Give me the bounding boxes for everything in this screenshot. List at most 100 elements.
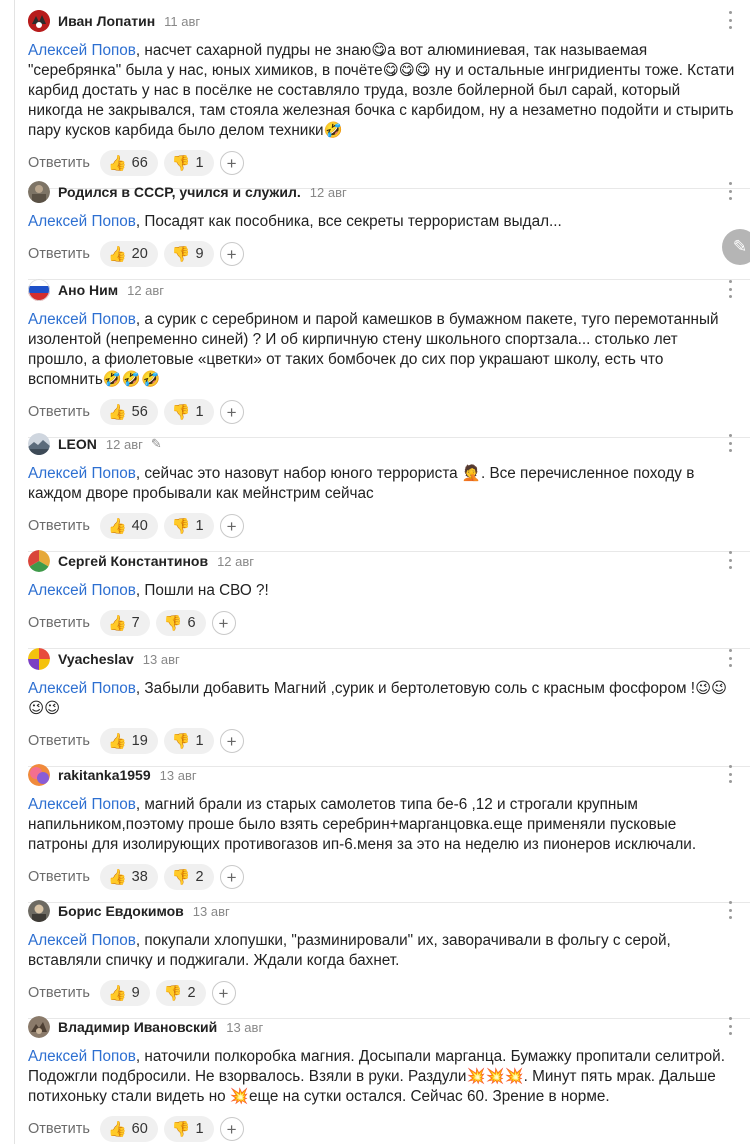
thumbs-down-icon: 👎 (171, 518, 191, 535)
avatar[interactable] (28, 279, 50, 301)
like-count: 66 (131, 155, 148, 171)
comment-author[interactable]: Vyacheslav (58, 651, 134, 667)
comment-author[interactable]: Родился в СССР, учился и служил. (58, 184, 301, 200)
reply-button[interactable]: Ответить (28, 733, 90, 749)
add-reaction-button[interactable]: + (211, 981, 236, 1005)
more-vertical-icon[interactable] (728, 11, 732, 29)
mention-link[interactable]: Алексей Попов (28, 796, 136, 813)
plus-icon: + (226, 731, 237, 751)
mention-link[interactable]: Алексей Попов (28, 932, 136, 949)
thread-line (14, 0, 15, 1144)
comment-author[interactable]: LEON (58, 436, 97, 452)
comment-text: Алексей Попов, Пошли на СВО ?! (28, 581, 750, 601)
more-vertical-icon[interactable] (728, 182, 732, 200)
dislike-count: 6 (187, 615, 196, 631)
dislike-count: 2 (187, 985, 196, 1001)
add-reaction-button[interactable]: + (219, 242, 244, 266)
like-button[interactable]: 👍 40 (99, 513, 158, 539)
mention-link[interactable]: Алексей Попов (28, 582, 136, 599)
comment-author[interactable]: Сергей Константинов (58, 553, 208, 569)
more-vertical-icon[interactable] (728, 551, 732, 569)
dislike-button[interactable]: 👎 1 (163, 728, 214, 754)
dislike-button[interactable]: 👎 1 (163, 150, 214, 176)
dislike-count: 1 (195, 155, 204, 171)
dislike-count: 1 (195, 1121, 204, 1137)
like-button[interactable]: 👍 60 (99, 1116, 158, 1142)
avatar[interactable] (28, 181, 50, 203)
dislike-count: 2 (195, 869, 204, 885)
more-vertical-icon[interactable] (728, 649, 732, 667)
like-button[interactable]: 👍 66 (99, 150, 158, 176)
like-button[interactable]: 👍 19 (99, 728, 158, 754)
reply-button[interactable]: Ответить (28, 869, 90, 885)
mention-link[interactable]: Алексей Попов (28, 311, 136, 328)
comment-author[interactable]: Борис Евдокимов (58, 903, 184, 919)
more-vertical-icon[interactable] (728, 901, 732, 919)
reply-button[interactable]: Ответить (28, 404, 90, 420)
dislike-button[interactable]: 👎 2 (155, 980, 206, 1006)
mention-link[interactable]: Алексей Попов (28, 42, 136, 59)
reply-button[interactable]: Ответить (28, 615, 90, 631)
add-reaction-button[interactable]: + (219, 151, 244, 175)
dislike-button[interactable]: 👎 1 (163, 399, 214, 425)
comment-body: , Посадят как пособника, все секреты тер… (135, 213, 562, 230)
dislike-button[interactable]: 👎 9 (163, 241, 214, 267)
like-button[interactable]: 👍 7 (99, 610, 150, 636)
more-vertical-icon[interactable] (728, 1017, 732, 1035)
comment-date: 13 авг (192, 903, 230, 919)
like-button[interactable]: 👍 9 (99, 980, 150, 1006)
comment-item: Ано Ним 12 авг Алексей Попов, а сурик с … (28, 277, 750, 438)
reply-button[interactable]: Ответить (28, 518, 90, 534)
mention-link[interactable]: Алексей Попов (28, 213, 136, 230)
avatar[interactable] (28, 1016, 50, 1038)
avatar[interactable] (28, 764, 50, 786)
avatar[interactable] (28, 433, 50, 455)
dislike-button[interactable]: 👎 1 (163, 513, 214, 539)
thumbs-up-icon: 👍 (107, 518, 127, 535)
add-reaction-button[interactable]: + (219, 729, 244, 753)
reply-button[interactable]: Ответить (28, 1121, 90, 1137)
mention-link[interactable]: Алексей Попов (28, 1048, 136, 1065)
like-count: 9 (131, 985, 140, 1001)
avatar[interactable] (28, 10, 50, 32)
reply-button[interactable]: Ответить (28, 246, 90, 262)
add-reaction-button[interactable]: + (219, 400, 244, 424)
comment-text: Алексей Попов, насчет сахарной пудры не … (28, 41, 750, 141)
dislike-button[interactable]: 👎 2 (163, 864, 214, 890)
add-reaction-button[interactable]: + (219, 514, 244, 538)
thumbs-down-icon: 👎 (163, 615, 183, 632)
comment-author[interactable]: Иван Лопатин (58, 13, 155, 29)
dislike-button[interactable]: 👎 6 (155, 610, 206, 636)
add-reaction-button[interactable]: + (219, 1117, 244, 1141)
like-count: 38 (131, 869, 148, 885)
mention-link[interactable]: Алексей Попов (28, 680, 136, 697)
write-comment-button[interactable]: ✎ (722, 229, 750, 265)
dislike-count: 1 (195, 404, 204, 420)
like-count: 7 (131, 615, 140, 631)
plus-icon: + (226, 153, 237, 173)
more-vertical-icon[interactable] (728, 765, 732, 783)
avatar[interactable] (28, 648, 50, 670)
reply-button[interactable]: Ответить (28, 155, 90, 171)
like-button[interactable]: 👍 56 (99, 399, 158, 425)
like-button[interactable]: 👍 38 (99, 864, 158, 890)
thumbs-down-icon: 👎 (171, 869, 191, 886)
avatar[interactable] (28, 900, 50, 922)
comment-body: , Пошли на СВО ?! (135, 582, 269, 599)
comment-author[interactable]: Владимир Ивановский (58, 1019, 217, 1035)
reply-button[interactable]: Ответить (28, 985, 90, 1001)
thumbs-up-icon: 👍 (107, 246, 127, 263)
comment-author[interactable]: rakitanka1959 (58, 767, 151, 783)
comment-item: Родился в СССР, учился и служил. 12 авг … (28, 179, 750, 280)
more-vertical-icon[interactable] (728, 434, 732, 452)
dislike-button[interactable]: 👎 1 (163, 1116, 214, 1142)
like-button[interactable]: 👍 20 (99, 241, 158, 267)
comment-item: Сергей Константинов 12 авг Алексей Попов… (28, 548, 750, 649)
comment-author[interactable]: Ано Ним (58, 282, 118, 298)
add-reaction-button[interactable]: + (211, 611, 236, 635)
comment-date: 12 авг (217, 553, 255, 569)
more-vertical-icon[interactable] (728, 280, 732, 298)
add-reaction-button[interactable]: + (219, 865, 244, 889)
avatar[interactable] (28, 550, 50, 572)
mention-link[interactable]: Алексей Попов (28, 465, 136, 482)
